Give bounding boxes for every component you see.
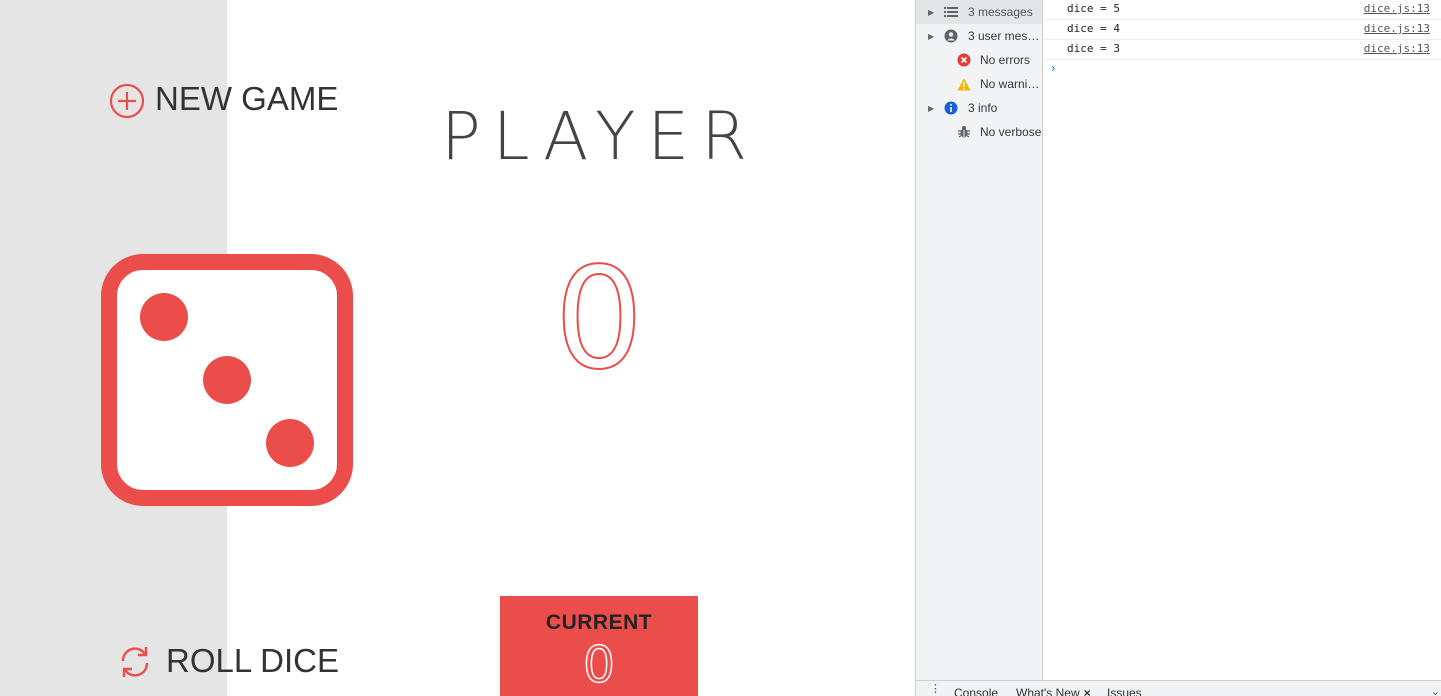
drawer-tab-bar: ⋮ Console What's New × Issues ⌄ [916,680,1441,696]
sidebar-item-label: 3 user mess… [968,29,1040,43]
expand-triangle-icon[interactable]: ▶ [916,104,934,113]
roll-dice-label: ROLL DICE [166,642,339,679]
log-source-link[interactable]: dice.js:13 [1364,2,1430,15]
info-icon [943,100,959,116]
sidebar-item-label: 3 messages [968,5,1033,19]
sidebar-item-messages[interactable]: ▶ 3 messages [916,0,1042,24]
log-message: dice = 5 [1067,2,1120,15]
sidebar-item-label: 3 info [968,101,998,115]
sidebar-item-label: No errors [980,53,1031,67]
chevron-down-icon[interactable]: ⌄ [1431,685,1440,696]
log-source-link[interactable]: dice.js:13 [1364,22,1430,35]
player-name: PLAYER [441,98,759,175]
current-label: CURRENT [545,611,653,634]
new-game-button[interactable]: NEW GAME [109,80,338,118]
log-source-link[interactable]: dice.js:13 [1364,42,1430,55]
more-options-icon[interactable]: ⋮ [930,684,941,695]
warning-icon [957,76,971,92]
game-area: NEW GAME PLAYER 0 CURRENT 0 ROLL DICE [0,0,916,696]
current-score: 0 [582,636,615,694]
tab-issues[interactable]: Issues [1107,686,1142,696]
dice-pip [266,419,314,467]
roll-dice-button[interactable]: ROLL DICE [116,642,339,680]
console-sidebar: ▶ 3 messages ▶ 3 user mess… ▶ No errors … [916,0,1043,680]
sidebar-item-label: No verbose [980,125,1042,139]
log-message: dice = 4 [1067,22,1120,35]
sidebar-item-label: No warnings [980,77,1042,91]
sidebar-item-user-messages[interactable]: ▶ 3 user mess… [916,24,1042,48]
console-prompt[interactable]: › [1051,60,1055,75]
new-game-label: NEW GAME [155,80,339,117]
devtools-panel: ▶ 3 messages ▶ 3 user mess… ▶ No errors … [915,0,1441,696]
error-icon [957,52,971,68]
user-icon [943,28,959,44]
sidebar-item-errors[interactable]: ▶ No errors [916,48,1042,72]
current-box: CURRENT 0 [500,596,698,696]
dice-pip [203,356,251,404]
expand-triangle-icon[interactable]: ▶ [916,8,934,17]
log-row: dice = 4 dice.js:13 [1043,20,1441,40]
close-icon[interactable]: × [1084,686,1091,696]
log-row: dice = 5 dice.js:13 [1043,0,1441,20]
sidebar-item-warnings[interactable]: ▶ No warnings [916,72,1042,96]
sidebar-item-verbose[interactable]: ▶ No verbose [916,120,1042,144]
plus-circle-icon [109,80,147,118]
tab-whats-new[interactable]: What's New × [1016,686,1091,696]
bug-icon [957,124,971,140]
expand-triangle-icon[interactable]: ▶ [916,32,934,41]
dice [101,254,353,506]
player-score: 0 [553,238,644,401]
tab-whats-new-label: What's New [1016,686,1080,696]
log-message: dice = 3 [1067,42,1120,55]
console-messages: dice = 5 dice.js:13 dice = 4 dice.js:13 … [1043,0,1441,680]
log-row: dice = 3 dice.js:13 [1043,40,1441,60]
tab-console[interactable]: Console [954,686,998,696]
dice-pip [140,293,188,341]
refresh-icon [116,642,154,680]
sidebar-item-info[interactable]: ▶ 3 info [916,96,1042,120]
list-icon [943,4,959,20]
